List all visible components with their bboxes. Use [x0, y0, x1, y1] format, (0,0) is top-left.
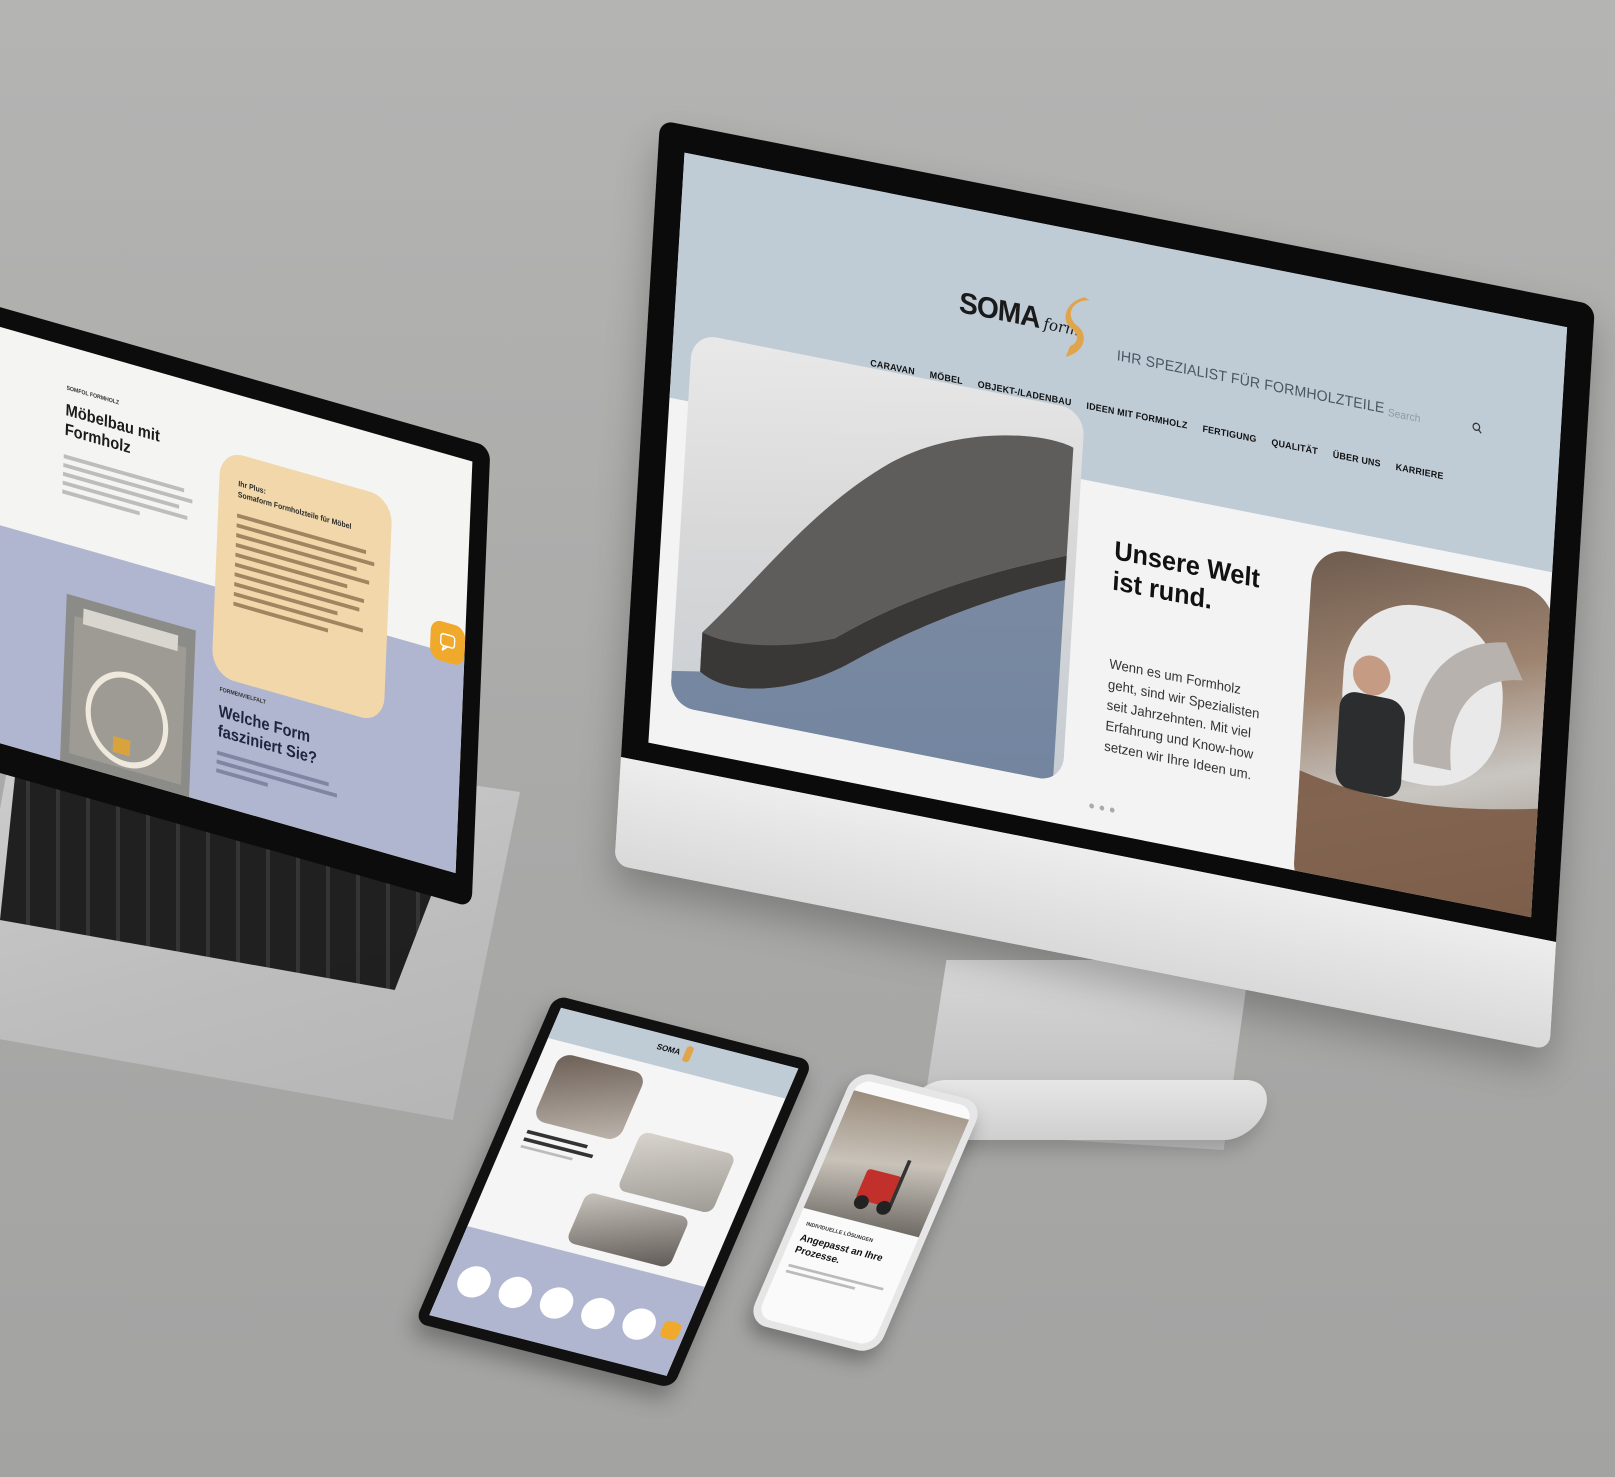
phone-hero-image — [803, 1090, 970, 1238]
slider-dot-3[interactable] — [1109, 807, 1115, 813]
craftsman-illustration — [1291, 604, 1544, 918]
desktop-monitor: SOMA form IHR SPEZIALIST FÜR FORMHOLZTEI… — [614, 120, 1595, 1050]
tablet-product-5[interactable] — [617, 1305, 662, 1344]
hero-image-formholz-panel — [669, 332, 1086, 783]
hero-heading: Unsere Welt ist rund. — [1112, 535, 1261, 625]
tablet-screen: SOMA — [429, 1007, 799, 1376]
hero-description: Wenn es um Formholz geht, sind wir Spezi… — [1104, 653, 1262, 786]
formholz-panel-illustration — [669, 435, 1074, 781]
laptop-paragraph — [62, 454, 193, 530]
tablet-image-2 — [616, 1130, 737, 1214]
laptop-room-image — [60, 593, 196, 798]
benefits-list — [233, 513, 375, 644]
mockup-scene: { "brand": { "name": "SOMA", "sub": "for… — [0, 0, 1615, 1477]
room-illustration — [69, 608, 187, 785]
tablet-logo[interactable]: SOMA — [655, 1042, 682, 1056]
tablet-contact-button[interactable] — [658, 1319, 684, 1341]
phone-screen: INDIVIDUELLE LÖSUNGEN Angepasst an Ihre … — [756, 1078, 975, 1347]
laptop-screen: SOMFOL FORMHOLZ Möbelbau mit Formholz Ih… — [0, 314, 473, 874]
laptop-benefits-card: Ihr Plus: Somaform Formholzteile für Möb… — [211, 449, 393, 724]
slider-dot-2[interactable] — [1099, 805, 1105, 811]
tablet: SOMA — [414, 995, 813, 1389]
tablet-product-1[interactable] — [452, 1262, 496, 1301]
tablet-logo-mark-icon — [681, 1045, 695, 1063]
laptop-heading: Möbelbau mit Formholz — [64, 400, 160, 466]
tablet-product-4[interactable] — [575, 1294, 620, 1333]
logo-s-swoosh-icon — [1065, 297, 1090, 357]
tablet-product-2[interactable] — [493, 1273, 538, 1312]
slider-dots — [1089, 803, 1115, 813]
slider-dot-1[interactable] — [1089, 803, 1095, 809]
tablet-product-3[interactable] — [534, 1283, 579, 1323]
tablet-image-1 — [532, 1052, 647, 1142]
search-icon[interactable] — [1472, 422, 1483, 435]
forklift-illustration — [853, 1160, 912, 1215]
hero-image-craftsman — [1291, 544, 1557, 918]
